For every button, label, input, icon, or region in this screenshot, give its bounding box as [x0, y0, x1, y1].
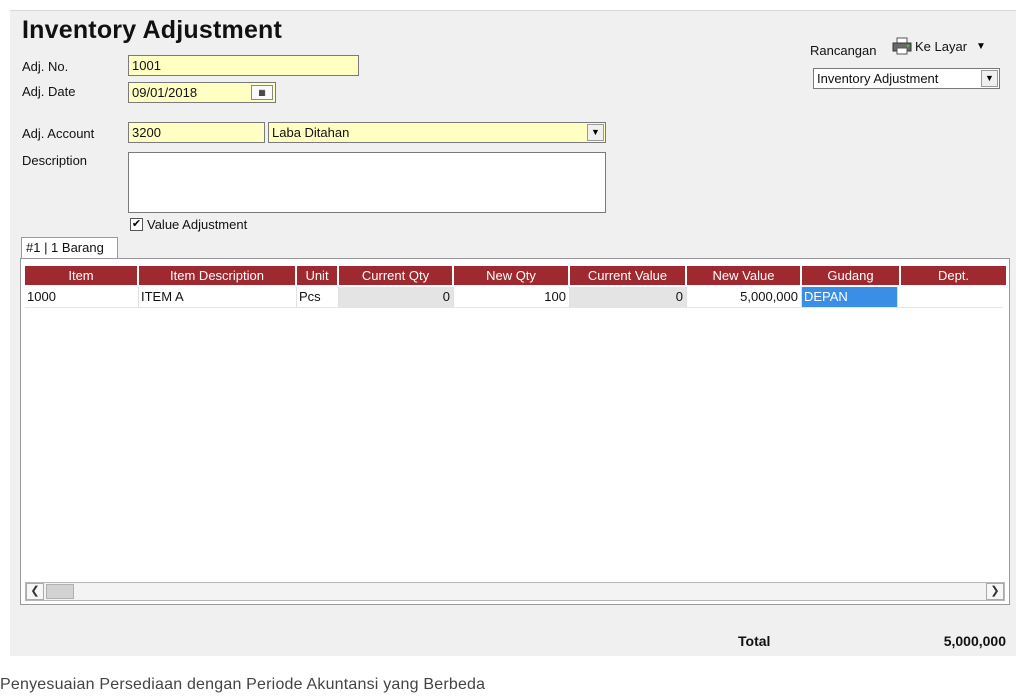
description-label: Description [22, 153, 88, 168]
column-header-dept[interactable]: Dept. [901, 266, 1006, 285]
checkbox-checked-icon[interactable]: ✔ [130, 218, 143, 231]
scrollbar-thumb[interactable] [46, 584, 74, 599]
scroll-left-icon[interactable]: ❮ [26, 583, 44, 600]
page-title: Inventory Adjustment [22, 16, 283, 44]
template-select-value: Inventory Adjustment [817, 71, 939, 86]
cell-current-value: 0 [570, 287, 687, 307]
column-header-description[interactable]: Item Description [139, 266, 297, 285]
calendar-icon[interactable]: ▦ [251, 85, 273, 100]
adj-account-name-select[interactable]: Laba Ditahan ▼ [268, 122, 606, 143]
print-target-button[interactable]: Ke Layar ▼ [892, 37, 986, 55]
template-select[interactable]: Inventory Adjustment ▼ [813, 68, 1000, 89]
total-label: Total [738, 633, 771, 649]
printer-icon [892, 37, 912, 55]
total-value: 5,000,000 [943, 633, 1006, 649]
design-label: Rancangan [810, 43, 877, 58]
cell-new-value[interactable]: 5,000,000 [687, 287, 802, 307]
cell-gudang[interactable]: DEPAN [802, 287, 898, 307]
column-header-new-value[interactable]: New Value [687, 266, 802, 285]
adj-no-field[interactable]: 1001 [128, 55, 359, 76]
cell-dept[interactable] [898, 287, 1003, 307]
cell-new-qty[interactable]: 100 [454, 287, 570, 307]
description-textarea[interactable] [128, 152, 606, 213]
cell-current-qty: 0 [339, 287, 454, 307]
print-target-label: Ke Layar [915, 38, 968, 54]
cell-item[interactable]: 1000 [25, 287, 139, 307]
value-adjustment-checkbox[interactable]: ✔ Value Adjustment [130, 217, 247, 232]
grid-header: Item Item Description Unit Current Qty N… [25, 266, 1006, 285]
column-header-new-qty[interactable]: New Qty [454, 266, 570, 285]
value-adjustment-label: Value Adjustment [147, 217, 248, 232]
horizontal-scrollbar[interactable]: ❮ ❯ [25, 582, 1005, 601]
cell-unit[interactable]: Pcs [297, 287, 339, 307]
adj-no-label: Adj. No. [22, 59, 69, 74]
table-row[interactable]: 1000 ITEM A Pcs 0 100 0 5,000,000 DEPAN [25, 287, 1003, 308]
adj-account-label: Adj. Account [22, 126, 95, 141]
chevron-down-icon[interactable]: ▼ [587, 124, 604, 141]
column-header-current-qty[interactable]: Current Qty [339, 266, 454, 285]
adj-date-value: 09/01/2018 [132, 85, 198, 100]
adj-date-field[interactable]: 09/01/2018 ▦ [128, 82, 276, 103]
chevron-down-icon[interactable]: ▼ [981, 70, 998, 87]
items-grid: Item Item Description Unit Current Qty N… [20, 258, 1010, 605]
column-header-unit[interactable]: Unit [297, 266, 339, 285]
tab-items[interactable]: #1 | 1 Barang [21, 237, 118, 259]
adj-account-name-value: Laba Ditahan [272, 125, 350, 140]
adj-date-label: Adj. Date [22, 84, 76, 99]
scroll-right-icon[interactable]: ❯ [986, 583, 1004, 600]
column-header-item[interactable]: Item [25, 266, 139, 285]
column-header-current-value[interactable]: Current Value [570, 266, 687, 285]
adj-account-code-field[interactable]: 3200 [128, 122, 265, 143]
cell-description[interactable]: ITEM A [139, 287, 297, 307]
inventory-adjustment-window: Inventory Adjustment Rancangan Ke Layar … [10, 10, 1016, 656]
image-caption: Penyesuaian Persediaan dengan Periode Ak… [0, 676, 486, 693]
chevron-down-icon: ▼ [976, 40, 986, 52]
column-header-gudang[interactable]: Gudang [802, 266, 901, 285]
